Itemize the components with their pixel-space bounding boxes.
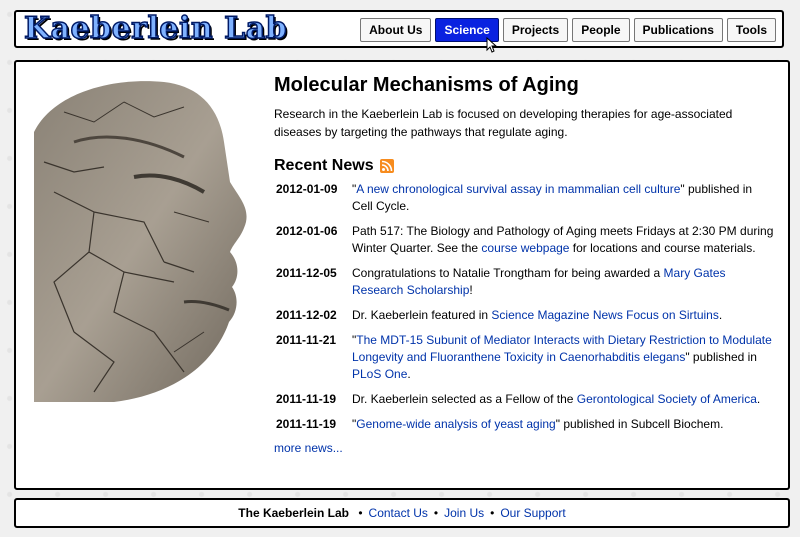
nav-people-button[interactable]: People <box>572 18 630 42</box>
site-header: Kaeberlein Lab About Us Science Projects Pe… <box>14 10 784 48</box>
site-footer: The Kaeberlein Lab • Contact Us • Join Us • O… <box>14 498 790 528</box>
news-text-fragment: for locations and course materials. <box>569 241 756 255</box>
news-text: "A new chronological survival assay in m… <box>352 181 774 215</box>
rss-glyph <box>381 160 392 172</box>
site-logo[interactable]: Kaeberlein Lab <box>23 10 287 47</box>
footer-separator: • <box>433 506 439 520</box>
news-text: "The MDT-15 Subunit of Mediator Interact… <box>352 332 774 383</box>
news-link[interactable]: course webpage <box>481 241 569 255</box>
news-date: 2011-12-05 <box>276 266 337 280</box>
news-date: 2012-01-06 <box>276 224 338 238</box>
news-date: 2011-11-19 <box>276 417 337 431</box>
main-panel: Molecular Mechanisms of Aging Research i… <box>14 60 790 490</box>
nav-about-us-button[interactable]: About Us <box>360 18 432 42</box>
news-date: 2011-11-19 <box>276 392 337 406</box>
news-text: Dr. Kaeberlein selected as a Fellow of t… <box>352 391 774 408</box>
news-link[interactable]: Genome-wide analysis of yeast aging <box>356 417 555 431</box>
footer-separator: • <box>490 506 495 520</box>
news-item: 2011-11-19 Dr. Kaeberlein selected as a F… <box>274 391 774 408</box>
nav-projects-button[interactable]: Projects <box>502 18 569 42</box>
page-title: Molecular Mechanisms of Aging <box>274 74 579 96</box>
news-item: 2011-11-21 "The MDT-15 Subunit of Mediato… <box>274 332 774 383</box>
news-text-fragment: " published in Subcell Biochem. <box>555 417 724 431</box>
nav-tools-button[interactable]: Tools <box>726 18 776 42</box>
news-link[interactable]: Science Magazine News Focus on Sirtuins <box>491 308 718 322</box>
news-text: Path 517: The Biology and Pathology of A… <box>352 223 774 257</box>
footer-link-our-support[interactable]: Our Support <box>500 506 565 520</box>
news-item: 2012-01-06 Path 517: The Biology and Path… <box>274 223 774 257</box>
stone-face-image <box>34 81 247 402</box>
news-heading: Recent News <box>274 157 774 175</box>
main-nav: About Us Science Projects People Publication… <box>360 18 776 42</box>
news-text: Dr. Kaeberlein featured in Science Magaz… <box>352 307 774 324</box>
rss-feed-icon[interactable] <box>379 159 394 173</box>
news-text-fragment: Dr. Kaeberlein selected as a Fellow of t… <box>352 392 577 406</box>
news-heading-label: Recent News <box>274 157 374 174</box>
news-text: "Genome-wide analysis of yeast aging" pu… <box>352 416 774 433</box>
footer-link-contact-us[interactable]: Contact Us <box>369 506 428 520</box>
news-link[interactable]: Gerontological Society of America <box>577 392 757 406</box>
news-link[interactable]: A new chronological survival assay in ma… <box>356 182 680 196</box>
news-text-fragment: Dr. Kaeberlein featured in <box>352 308 492 322</box>
news-date: 2012-01-09 <box>276 182 338 196</box>
news-text-fragment: Congratulations to Natalie Trongtham for… <box>352 266 664 280</box>
news-item: 2011-12-05 Congratulations to Natalie Tro… <box>274 265 774 299</box>
news-text-fragment: . <box>407 367 411 381</box>
news-item: 2012-01-09 "A new chronological survival … <box>274 181 774 215</box>
content-column: Molecular Mechanisms of Aging Research i… <box>274 74 774 455</box>
news-link[interactable]: PLoS One <box>352 367 407 381</box>
news-item: 2011-11-19 "Genome-wide analysis of yeast… <box>274 416 774 433</box>
news-list: 2012-01-09 "A new chronological survival … <box>274 181 774 433</box>
nav-publications-button[interactable]: Publications <box>633 18 723 42</box>
news-text-fragment: . <box>718 308 723 322</box>
news-text: Congratulations to Natalie Trongtham for… <box>352 265 774 299</box>
news-date: 2011-11-21 <box>276 333 337 347</box>
news-date: 2011-12-02 <box>276 308 337 322</box>
news-text-fragment: " published in <box>685 350 757 364</box>
news-text-fragment: ! <box>469 283 473 297</box>
more-news-link[interactable]: more news... <box>274 441 343 455</box>
footer-link-join-us[interactable]: Join Us <box>444 506 484 520</box>
footer-site-name: The Kaeberlein Lab <box>238 506 349 520</box>
news-item: 2011-12-02 Dr. Kaeberlein featured in Sci… <box>274 307 774 324</box>
footer-separator: • <box>358 506 363 520</box>
news-text-fragment: . <box>756 392 761 406</box>
mouse-cursor-icon <box>486 37 498 53</box>
intro-text: Research in the Kaeberlein Lab is focuse… <box>274 107 733 139</box>
